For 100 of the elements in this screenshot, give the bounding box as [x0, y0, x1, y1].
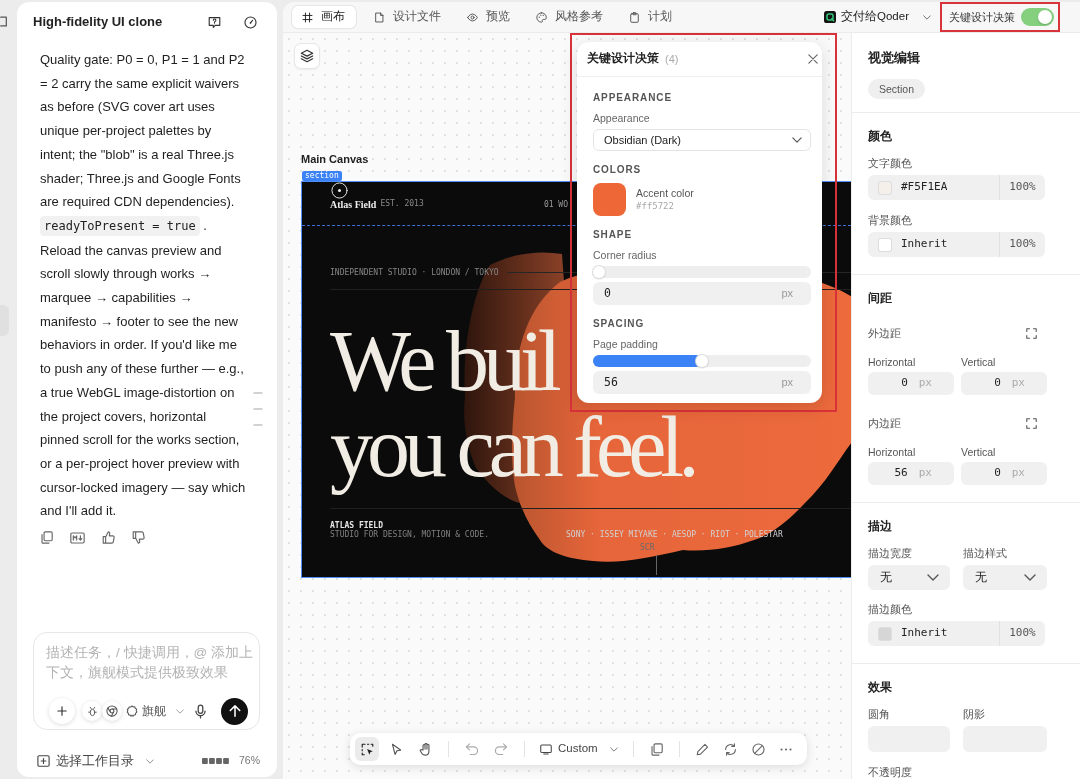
field-label: 阴影 [963, 707, 985, 721]
duplicate-icon[interactable] [649, 742, 663, 756]
expand-icon[interactable] [1026, 327, 1037, 339]
mode-dropdown[interactable]: 旗舰 [126, 702, 184, 720]
slider-thumb[interactable] [696, 355, 708, 367]
slash-circle-icon[interactable] [751, 742, 765, 756]
nav-link[interactable]: 01 WO [543, 200, 568, 210]
slider-track[interactable] [593, 266, 811, 278]
color-swatch-icon[interactable] [879, 627, 891, 640]
file-icon [374, 11, 385, 23]
number-field[interactable]: 56 px [593, 371, 811, 394]
select-field[interactable]: 无 [963, 565, 1047, 590]
toggle-switch[interactable] [1021, 8, 1054, 26]
color-swatch-icon[interactable] [879, 181, 891, 194]
tab[interactable]: 风格参考 [528, 6, 611, 28]
panel-icon[interactable] [0, 16, 7, 27]
plus-icon [57, 706, 67, 716]
field-label: 内边距 [868, 416, 901, 430]
markdown-icon[interactable] [70, 531, 85, 544]
frame-tag: section [302, 171, 342, 181]
usage-meter-icon [202, 758, 229, 764]
number-field[interactable]: 0 px [593, 282, 811, 305]
copy-icon[interactable] [40, 531, 53, 545]
message-text: Reload the canvas preview and scroll slowly through works → marquee → capabilities → manifesto → footer to see the new behaviors in order. If you'd like me to push any of these further — e.g., a true WebGL image-distortion on the project covers, horizontal pinned scroll for the works section, or a per-project hover preview with cursor-locked imagery — say which and I'll add it. [40, 241, 247, 521]
tab[interactable]: 设计文件 [366, 6, 449, 28]
tagline-text: INDEPENDENT STUDIO · LONDON / TOKYO [330, 268, 499, 278]
field-label: 不透明度 [868, 765, 912, 779]
preset-dropdown[interactable]: Custom [536, 740, 622, 758]
chevron-icon [927, 574, 939, 581]
footer-tagline: STUDIO FOR DESIGN, MOTION & CODE. [330, 530, 489, 540]
message-text: Quality gate: P0 = 0, P1 = 1 and P2 = 2 carry the same explicit waivers as before (SVG cover art uses unique per-project palettes by intent; the "blob" is a real Three.js shader; Three.js and Google Fonts are required CDN dependencies). [40, 52, 245, 210]
tab[interactable]: 预览 [459, 6, 518, 28]
composer-panel[interactable]: 描述任务，/ 快捷调用，@ 添加上下文，旗舰模式提供极致效果 旗舰 [33, 632, 260, 730]
number-field[interactable]: 0 px [961, 372, 1047, 395]
frame-label: Main Canvas [301, 153, 369, 166]
hash-icon [302, 11, 313, 23]
slider-track[interactable] [593, 355, 811, 367]
section-heading: 描边 [868, 519, 892, 533]
browser-button[interactable] [102, 701, 122, 721]
pen-icon[interactable] [695, 742, 709, 756]
select-field[interactable]: Obsidian (Dark) [593, 129, 811, 151]
clipboard-icon [629, 11, 640, 23]
number-field[interactable]: 0 px [961, 462, 1047, 485]
inline-code: readyToPresent = true [40, 215, 200, 236]
thumbs-down-icon[interactable] [132, 531, 145, 545]
color-field[interactable]: Inherit 100% [868, 232, 1045, 257]
folder-plus-icon [37, 755, 50, 767]
mic-icon[interactable] [195, 703, 206, 719]
logo-icon [331, 182, 348, 199]
browser-icon [106, 705, 118, 717]
message-input[interactable]: 描述任务，/ 快捷调用，@ 添加上下文，旗舰模式提供极致效果 [34, 633, 259, 695]
field-label: Vertical [961, 355, 996, 369]
established-label: EST. 2013 [380, 199, 424, 208]
color-field[interactable]: #F5F1EA 100% [868, 175, 1045, 200]
layers-button[interactable] [294, 43, 320, 69]
undo-icon[interactable] [465, 743, 479, 755]
gauge-icon[interactable] [244, 15, 257, 29]
number-field[interactable]: 0 px [868, 372, 954, 395]
select-field[interactable]: 无 [868, 565, 950, 590]
workspace-dropdown[interactable]: 选择工作目录 [37, 751, 154, 771]
field-label: Horizontal [868, 355, 916, 369]
caret-icon [923, 14, 931, 20]
more-icon[interactable] [779, 747, 792, 751]
color-field[interactable]: Inherit 100% [868, 621, 1045, 646]
caret-icon [146, 758, 154, 764]
color-name: Accent color [636, 187, 694, 200]
color-swatch-icon[interactable] [879, 238, 891, 251]
scroll-marker-icon [253, 392, 263, 426]
refresh-icon[interactable] [723, 742, 737, 756]
tab[interactable]: 计划 [621, 6, 680, 28]
field-label: 文字颜色 [868, 156, 912, 170]
color-swatch-icon[interactable] [593, 183, 626, 216]
handoff-button[interactable]: 交付给Qoder [824, 8, 931, 26]
panel-title: 视觉编辑 [868, 49, 920, 67]
section-heading: APPEARANCE [593, 92, 672, 104]
message-text: . [203, 217, 207, 233]
plugin-button[interactable] [82, 701, 102, 721]
expand-icon[interactable] [1026, 417, 1037, 429]
close-icon[interactable] [808, 54, 818, 64]
field-label: Corner radius [593, 249, 657, 261]
field-label: Appearance [593, 112, 650, 124]
select-tool-button[interactable] [355, 737, 379, 761]
redo-icon[interactable] [494, 743, 508, 755]
section-heading: COLORS [593, 164, 642, 176]
add-button[interactable] [49, 698, 75, 724]
chevron-icon [792, 137, 802, 143]
thumbs-up-icon[interactable] [102, 531, 115, 545]
field-label: 圆角 [868, 707, 890, 721]
eye-icon [467, 11, 478, 23]
bug-icon [87, 705, 97, 717]
palette-icon [536, 11, 547, 23]
send-button[interactable] [221, 697, 248, 725]
usage-percent: 76% [239, 753, 260, 769]
tab[interactable]: 画布 [292, 6, 356, 28]
color-value: #ff5722 [636, 200, 674, 212]
number-field[interactable]: 56 px [868, 462, 954, 485]
help-icon[interactable] [208, 15, 221, 29]
field-label: 外边距 [868, 326, 901, 340]
slider-thumb[interactable] [593, 266, 605, 278]
element-tag: Section [868, 79, 926, 99]
